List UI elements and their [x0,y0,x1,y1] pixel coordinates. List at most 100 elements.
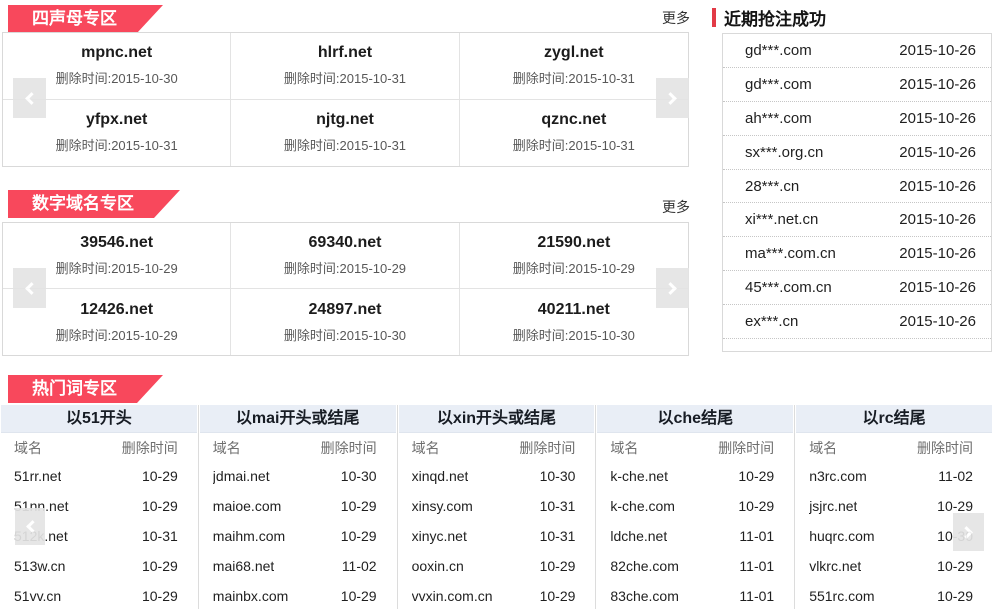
recent-date: 2015-10-26 [899,211,976,228]
domain-name: 40211.net [538,301,610,319]
carousel-prev-button[interactable] [15,508,45,545]
delete-time-column-header: 删除时间 [321,438,377,458]
hot-delete-date: 10-29 [937,498,973,514]
domain-name: zygl.net [544,44,604,62]
hot-domain-link[interactable]: 51rr.net [14,468,61,484]
hot-domain-link[interactable]: xinsy.com [412,498,473,514]
recent-date: 2015-10-26 [899,178,976,195]
recent-item: ex***.cn 2015-10-26 [723,305,991,339]
domain-name: mpnc.net [81,44,152,62]
hot-domain-link[interactable]: n3rc.com [809,468,867,484]
carousel-prev-button[interactable] [13,268,46,308]
hot-delete-date: 10-29 [341,528,377,544]
domain-name: njtg.net [316,111,374,129]
domain-column-header: 域名 [610,438,638,458]
domain-name: 69340.net [309,234,382,252]
hot-row: vlkrc.net 10-29 [795,551,993,581]
recent-date: 2015-10-26 [899,245,976,262]
hot-domain-link[interactable]: 51vv.cn [14,588,61,604]
recent-item: sx***.org.cn 2015-10-26 [723,136,991,170]
hot-row: n3rc.com 11-02 [795,461,993,491]
hot-domain-link[interactable]: 513w.cn [14,558,65,574]
hot-col-title: 以rc结尾 [796,405,992,433]
hot-delete-date: 10-29 [341,498,377,514]
recent-domain: 28***.cn [745,178,799,195]
hot-row: k-che.net 10-29 [596,461,794,491]
hot-domain-link[interactable]: vlkrc.net [809,558,861,574]
domain-name: 21590.net [537,234,610,252]
hot-col-title: 以51开头 [1,405,197,433]
hot-domain-link[interactable]: maioe.com [213,498,281,514]
hot-domain-link[interactable]: 83che.com [610,588,678,604]
domain-name: 39546.net [80,234,153,252]
hot-domain-link[interactable]: ldche.net [610,528,667,544]
hot-delete-date: 11-01 [739,588,774,604]
carousel-next-button[interactable] [656,268,689,308]
carousel-next-button[interactable] [953,513,984,551]
domain-name: yfpx.net [86,111,147,129]
hot-row: maioe.com 10-29 [199,491,397,521]
hot-delete-date: 10-30 [341,468,377,484]
delete-time: 删除时间:2015-10-29 [513,258,635,277]
domain-card[interactable]: 21590.net 删除时间:2015-10-29 [460,223,688,289]
hot-delete-date: 11-01 [739,558,774,574]
hot-domain-link[interactable]: xinqd.net [412,468,469,484]
hot-row: mainbx.com 10-29 [199,581,397,609]
domain-card[interactable]: 40211.net 删除时间:2015-10-30 [460,289,688,355]
hot-domain-link[interactable]: k-che.com [610,498,675,514]
hot-column-che: 以che结尾 域名 删除时间 k-che.net 10-29 k-che.com… [595,405,794,609]
hot-delete-date: 10-31 [142,528,178,544]
hot-delete-date: 10-29 [142,468,178,484]
domain-card[interactable]: 69340.net 删除时间:2015-10-29 [231,223,459,289]
numeric-more-link[interactable]: 更多 [662,197,690,217]
hot-column-mai: 以mai开头或结尾 域名 删除时间 jdmai.net 10-30 maioe.… [198,405,397,609]
hot-domain-link[interactable]: 82che.com [610,558,678,574]
recent-success-title: 近期抢注成功 [724,5,826,30]
recent-item: 45***.com.cn 2015-10-26 [723,271,991,305]
hot-words-ribbon: 热门词专区 [8,375,163,403]
domain-card[interactable]: hlrf.net 删除时间:2015-10-31 [231,33,459,100]
hot-delete-date: 10-29 [540,558,576,574]
domain-column-header: 域名 [809,438,837,458]
hot-domain-link[interactable]: mainbx.com [213,588,288,604]
hot-domain-link[interactable]: jdmai.net [213,468,270,484]
domain-column-header: 域名 [14,438,42,458]
recent-domain: xi***.net.cn [745,211,818,228]
hot-col-title: 以mai开头或结尾 [200,405,396,433]
hot-row: 551rc.com 10-29 [795,581,993,609]
hot-domain-link[interactable]: huqrc.com [809,528,874,544]
title-accent-bar [712,8,716,27]
domain-card[interactable]: njtg.net 删除时间:2015-10-31 [231,100,459,167]
hot-domain-link[interactable]: mai68.net [213,558,274,574]
hot-row: xinyc.net 10-31 [398,521,596,551]
chevron-left-icon [25,282,38,295]
hot-domain-link[interactable]: ooxin.cn [412,558,464,574]
domain-name: 12426.net [80,301,153,319]
hot-domain-link[interactable]: xinyc.net [412,528,467,544]
hot-domain-link[interactable]: jsjrc.net [809,498,857,514]
domain-card[interactable]: 24897.net 删除时间:2015-10-30 [231,289,459,355]
delete-time: 删除时间:2015-10-31 [513,135,635,154]
hot-delete-date: 10-29 [341,588,377,604]
recent-date: 2015-10-26 [899,144,976,161]
chevron-right-icon [664,92,677,105]
hot-row: ldche.net 11-01 [596,521,794,551]
hot-row: mai68.net 11-02 [199,551,397,581]
recent-domain: ma***.com.cn [745,245,836,262]
domain-name: qznc.net [541,111,606,129]
domain-card[interactable]: qznc.net 删除时间:2015-10-31 [460,100,688,167]
carousel-next-button[interactable] [656,78,689,118]
recent-item: ma***.com.cn 2015-10-26 [723,237,991,271]
four-letter-more-link[interactable]: 更多 [662,8,690,28]
column-headers: 域名 删除时间 [795,435,993,461]
hot-domain-link[interactable]: 551rc.com [809,588,874,604]
hot-domain-link[interactable]: maihm.com [213,528,285,544]
hot-domain-link[interactable]: vvxin.com.cn [412,588,493,604]
hot-row: ooxin.cn 10-29 [398,551,596,581]
carousel-prev-button[interactable] [13,78,46,118]
recent-success-list: gd***.com 2015-10-26 gd***.com 2015-10-2… [722,33,992,352]
domain-card[interactable]: zygl.net 删除时间:2015-10-31 [460,33,688,100]
recent-date: 2015-10-26 [899,279,976,296]
hot-delete-date: 10-29 [142,588,178,604]
hot-domain-link[interactable]: k-che.net [610,468,668,484]
